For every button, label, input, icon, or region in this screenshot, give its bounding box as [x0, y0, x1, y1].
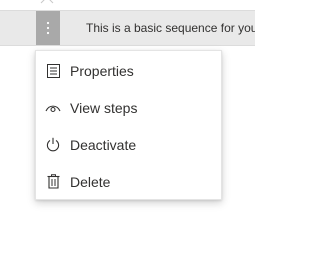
menu-item-view-steps[interactable]: View steps	[36, 89, 221, 126]
menu-item-deactivate[interactable]: Deactivate	[36, 126, 221, 163]
chevron-up-icon	[40, 0, 54, 4]
menu-item-delete[interactable]: Delete	[36, 163, 221, 200]
trash-icon	[45, 174, 61, 190]
more-vertical-icon	[46, 21, 50, 35]
menu-item-label: Deactivate	[70, 136, 137, 153]
sequence-row[interactable]: This is a basic sequence for you	[0, 10, 255, 46]
view-icon	[45, 100, 61, 116]
power-icon	[45, 137, 61, 153]
more-options-button[interactable]	[36, 11, 60, 45]
menu-item-label: Properties	[70, 62, 134, 79]
menu-item-label: Delete	[70, 173, 111, 190]
sequence-description: This is a basic sequence for you	[86, 21, 255, 35]
properties-icon	[45, 63, 61, 79]
stage: This is a basic sequence for you Propert…	[0, 0, 255, 259]
menu-item-label: View steps	[70, 99, 138, 116]
context-menu: Properties View steps Deactivate Delete	[35, 50, 222, 200]
menu-item-properties[interactable]: Properties	[36, 52, 221, 89]
